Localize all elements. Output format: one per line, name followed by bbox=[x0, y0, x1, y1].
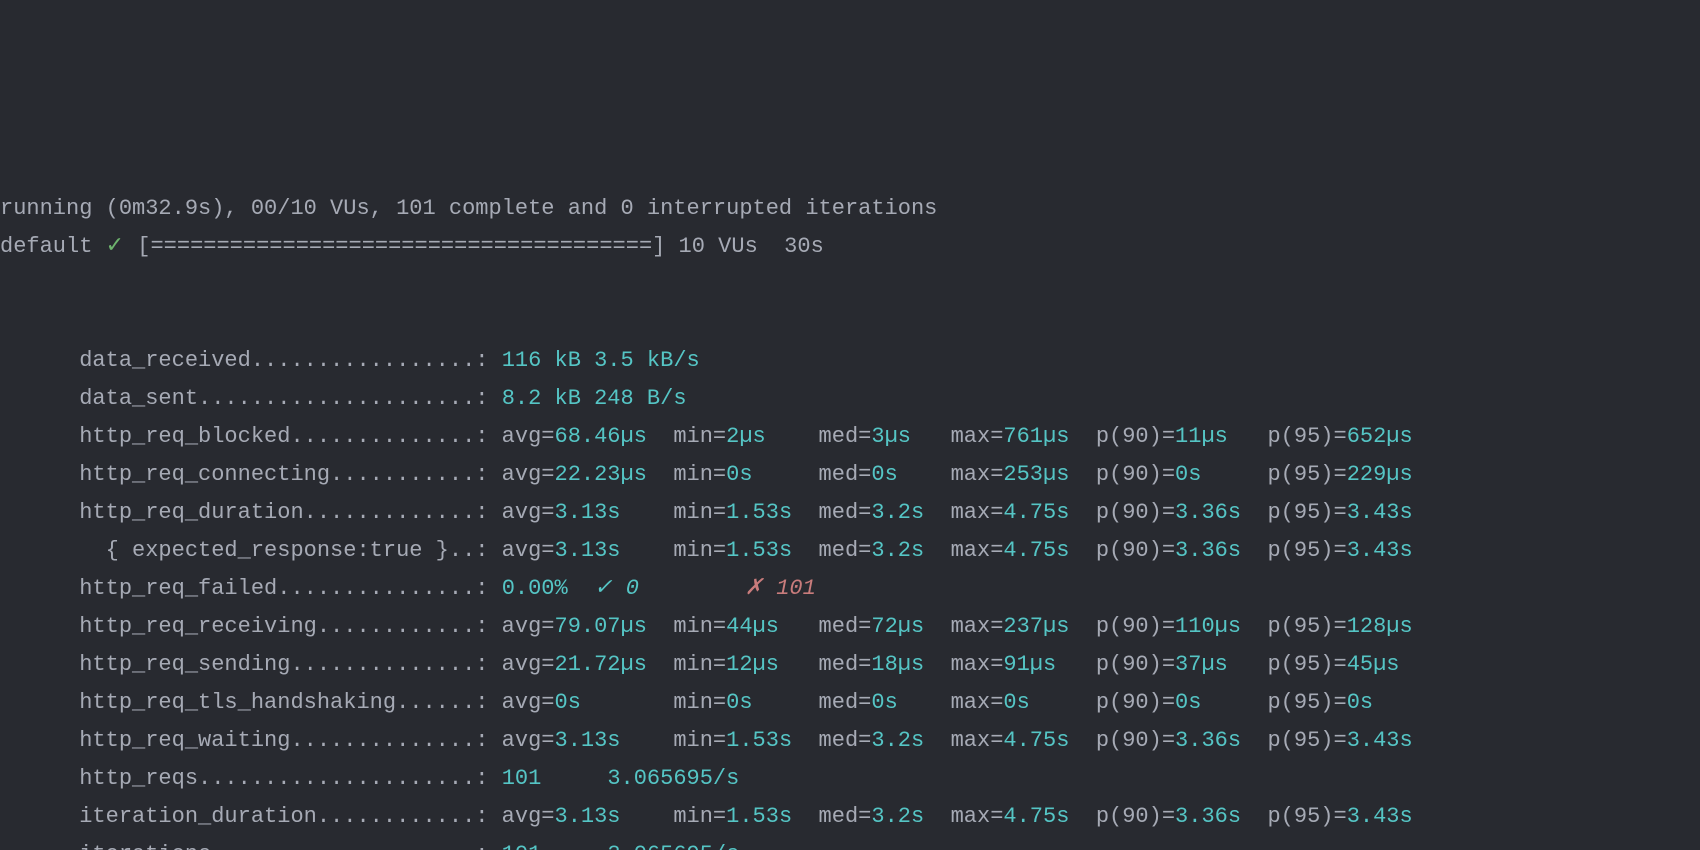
terminal-output: running (0m32.9s), 00/10 VUs, 101 comple… bbox=[0, 190, 1700, 850]
